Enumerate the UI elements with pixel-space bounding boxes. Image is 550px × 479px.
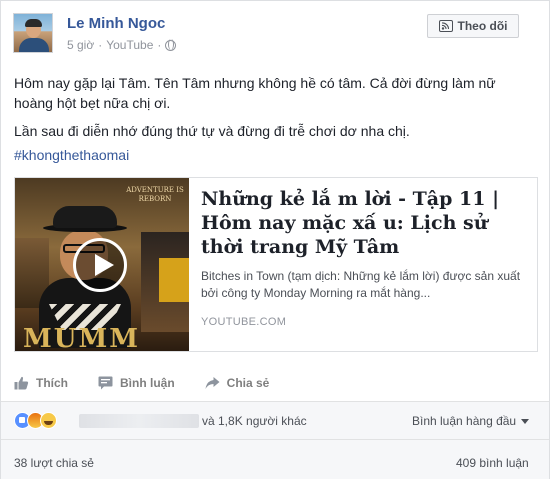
video-thumbnail[interactable]: ADVENTURE IS REBORN MUMM [15, 178, 189, 351]
post-text-paragraph-2: Lần sau đi diễn nhớ đúng thứ tự và đừng … [14, 123, 410, 139]
reaction-icons[interactable] [14, 412, 57, 429]
reactions-row: và 1,8K người khác Bình luận hàng đầu [1, 402, 549, 440]
author-avatar[interactable] [13, 13, 53, 53]
chevron-down-icon [521, 418, 530, 424]
blurred-names [79, 414, 199, 428]
comment-button[interactable]: Bình luận [98, 373, 175, 393]
thumbnail-hat [53, 206, 117, 228]
share-button[interactable]: Chia sẻ [205, 373, 270, 393]
hashtag-link[interactable]: #khongthethaomai [14, 147, 129, 163]
post-card: Le Minh Ngoc 5 giờ · YouTube · Theo dõi … [0, 0, 550, 479]
shares-count[interactable]: 38 lượt chia sẻ [14, 456, 94, 470]
link-description: Bitches in Town (tạm dịch: Những kẻ lắm … [201, 269, 521, 300]
comments-count[interactable]: 409 bình luận [456, 456, 529, 470]
thumbnail-caption-top: ADVENTURE IS REBORN [126, 186, 184, 203]
play-icon[interactable] [73, 238, 127, 292]
reaction-summary[interactable]: và 1,8K người khác [202, 414, 307, 428]
meta-separator: · [157, 38, 162, 52]
thumbnail-caption-bottom: MUMM [23, 324, 141, 351]
thumbnail-figure-right [141, 232, 189, 332]
avatar-body [19, 38, 49, 52]
sort-label: Bình luận hàng đầu [412, 414, 517, 428]
link-preview-card[interactable]: ADVENTURE IS REBORN MUMM Những kẻ lắ m l… [14, 177, 538, 352]
rss-icon [438, 20, 453, 32]
like-label: Thích [36, 376, 68, 390]
share-arrow-icon [205, 377, 220, 389]
link-domain: YOUTUBE.COM [201, 316, 287, 328]
follow-label: Theo dõi [457, 19, 508, 33]
post-time[interactable]: 5 giờ [67, 38, 94, 52]
thumbnail-gold-panel [159, 258, 189, 302]
author-name[interactable]: Le Minh Ngoc [67, 15, 165, 32]
post-text-paragraph-1: Hôm nay gặp lại Tâm. Tên Tâm nhưng không… [14, 75, 496, 111]
comment-label: Bình luận [120, 376, 175, 390]
meta-separator: · [98, 38, 103, 52]
comment-icon [98, 376, 113, 390]
haha-reaction-icon [40, 412, 57, 429]
like-button[interactable]: Thích [14, 373, 68, 393]
avatar-hair [25, 19, 42, 27]
globe-icon[interactable] [165, 39, 177, 51]
share-label: Chia sẻ [226, 376, 270, 390]
post-actions: Thích Bình luận Chia sẻ [14, 373, 269, 393]
post-meta: 5 giờ · YouTube · [67, 38, 177, 52]
comment-sort-dropdown[interactable]: Bình luận hàng đầu [412, 414, 530, 428]
thumbs-up-icon [14, 376, 29, 390]
post-source[interactable]: YouTube [106, 38, 153, 52]
post-footer: và 1,8K người khác Bình luận hàng đầu 38… [1, 401, 549, 479]
follow-button[interactable]: Theo dõi [427, 14, 519, 38]
link-title[interactable]: Những kẻ lắ m lời - Tập 11 | Hôm nay mặc… [201, 187, 521, 259]
